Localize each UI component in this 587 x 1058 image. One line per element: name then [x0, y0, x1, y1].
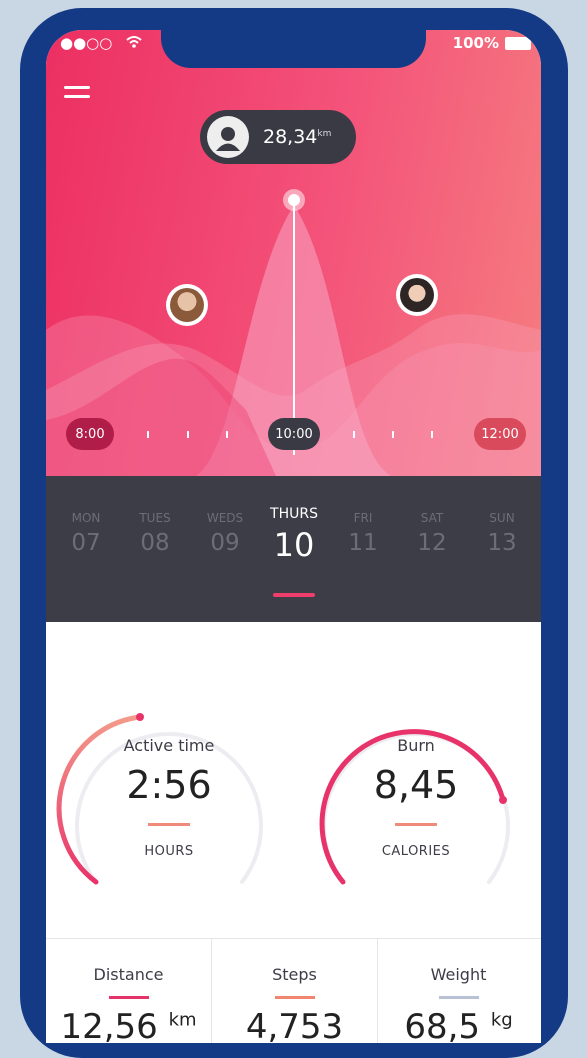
active-time-value: 2:56	[126, 763, 212, 807]
phone-notch	[161, 30, 426, 68]
friend-avatar-left[interactable]	[166, 284, 208, 326]
day-weds[interactable]: WEDS 09	[195, 506, 255, 556]
weight-value: 68,5 kg	[404, 1007, 513, 1043]
active-day-indicator	[273, 593, 315, 597]
distance-tooltip: 28,34km	[200, 110, 356, 164]
day-selector: MON 07 TUES 08 WEDS 09 THURS 10 FRI 11 SAT 12 …	[46, 476, 541, 622]
app-screen: ●●○○ 100% 28,34km 8:00 10:00 12:00 MON 0…	[46, 30, 541, 1043]
day-sat[interactable]: SAT 12	[402, 506, 462, 556]
battery-indicator: 100%	[453, 34, 531, 52]
day-sun[interactable]: SUN 13	[472, 506, 532, 556]
time-current[interactable]: 10:00	[268, 418, 320, 450]
burn-value: 8,45	[373, 763, 459, 807]
time-end[interactable]: 12:00	[474, 418, 526, 450]
steps-value: 4,753	[245, 1007, 344, 1043]
day-thurs[interactable]: THURS 10	[264, 502, 324, 564]
summary-cards: Distance 12,56 km Steps 4,753 Weight 68,…	[46, 938, 541, 1043]
time-start[interactable]: 8:00	[66, 418, 114, 450]
weight-card[interactable]: Weight 68,5 kg	[376, 939, 541, 1043]
activity-waves	[46, 189, 541, 476]
signal-indicator: ●●○○	[60, 34, 142, 52]
burn-stat[interactable]: Burn 8,45 CALORIES	[316, 736, 516, 859]
burn-bar	[395, 823, 437, 826]
battery-icon	[505, 36, 531, 50]
day-mon[interactable]: MON 07	[56, 506, 116, 556]
active-time-label: Active time	[123, 736, 215, 755]
distance-bar	[108, 996, 149, 999]
active-time-unit: HOURS	[144, 844, 194, 859]
distance-card[interactable]: Distance 12,56 km	[46, 939, 211, 1043]
steps-label: Steps	[272, 965, 317, 984]
distance-value: 12,56 km	[60, 1007, 197, 1043]
active-time-bar	[148, 823, 190, 826]
signal-dots: ●●○○	[60, 34, 113, 52]
steps-bar	[274, 996, 315, 999]
user-avatar	[207, 116, 249, 158]
burn-label: Burn	[397, 736, 435, 755]
steps-card[interactable]: Steps 4,753	[211, 939, 378, 1043]
active-time-stat[interactable]: Active time 2:56 HOURS	[69, 736, 269, 859]
weight-label: Weight	[430, 965, 487, 984]
distance-label: Distance	[93, 965, 164, 984]
burn-unit: CALORIES	[381, 844, 451, 859]
tooltip-distance: 28,34km	[263, 126, 332, 148]
wifi-icon	[125, 34, 142, 52]
activity-chart-panel: ●●○○ 100% 28,34km 8:00 10:00 12:00	[46, 30, 541, 476]
battery-label: 100%	[452, 34, 499, 52]
friend-avatar-right[interactable]	[396, 274, 438, 316]
day-fri[interactable]: FRI 11	[333, 506, 393, 556]
weight-bar	[438, 996, 479, 999]
day-tues[interactable]: TUES 08	[125, 506, 185, 556]
